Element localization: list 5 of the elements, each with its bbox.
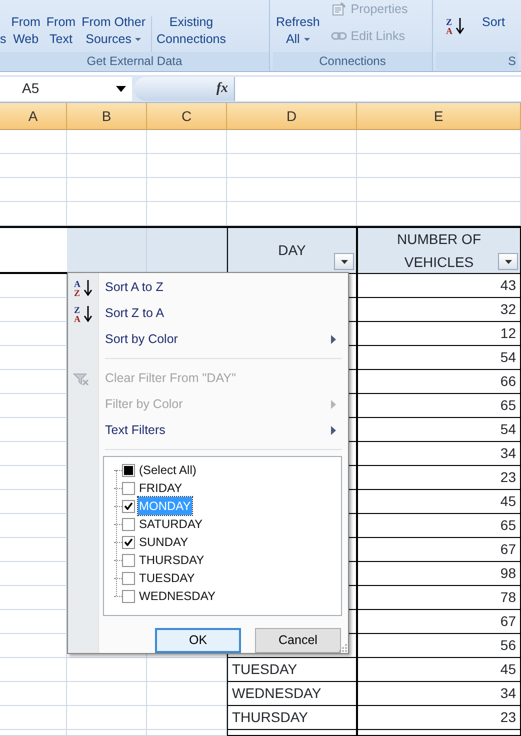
group-label: Get External Data — [0, 52, 269, 70]
group-label: Connections — [273, 52, 432, 70]
column-heading: DAY — [278, 241, 306, 260]
column-heading: NUMBER OF VEHICLES — [396, 230, 482, 272]
group-label: S — [436, 52, 518, 70]
